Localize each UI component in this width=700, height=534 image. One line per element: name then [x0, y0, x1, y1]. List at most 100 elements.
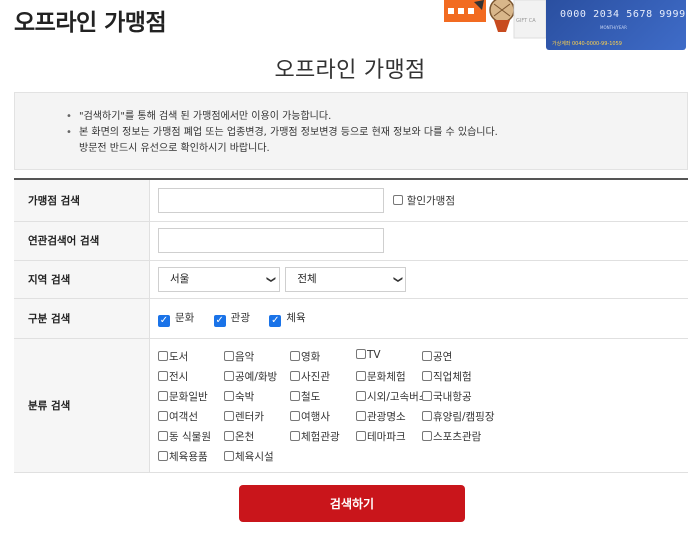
category-checkbox[interactable]: 사진관 — [290, 369, 356, 384]
region-district-value: 전체 — [297, 272, 317, 285]
checkbox-box[interactable] — [422, 370, 432, 381]
checkbox-box[interactable] — [356, 348, 366, 359]
category-checkbox[interactable]: 여행사 — [290, 409, 356, 424]
region-search-label: 지역 검색 — [14, 260, 150, 299]
category-checkbox[interactable]: 전시 — [158, 369, 224, 384]
checkbox-box[interactable] — [290, 370, 300, 381]
check-icon[interactable]: ✓ — [213, 314, 226, 327]
category-checkbox-label: 공예/화방 — [235, 370, 278, 383]
checkbox-box[interactable] — [422, 350, 432, 361]
checkbox-box[interactable] — [422, 410, 432, 421]
category-checkbox[interactable]: 철도 — [290, 389, 356, 404]
type-search-row: 구분 검색 ✓ 문화 ✓ 관광 ✓ 체육 — [14, 298, 688, 339]
notice-box: "검색하기"를 통해 검색 된 가맹점에서만 이용이 가능합니다. 본 화면의 … — [14, 92, 688, 170]
card-bottom-text: 가상계좌 0040-0000-99-1059 — [552, 41, 622, 47]
notice-item: 본 화면의 정보는 가맹점 폐업 또는 업종변경, 가맹점 정보변경 등으로 현… — [66, 125, 498, 141]
category-checkbox-label: 문화체험 — [367, 370, 406, 383]
checkbox-box[interactable] — [290, 430, 300, 441]
category-checkbox-label: 직업체험 — [433, 370, 472, 383]
category-checkbox-label: 체육시설 — [235, 450, 274, 463]
checkbox-box[interactable] — [224, 370, 234, 381]
discount-store-checkbox[interactable]: 할인가맹점 — [393, 194, 455, 207]
category-checkbox-label: 렌터카 — [235, 410, 264, 423]
category-checkbox[interactable]: 스포츠관람 — [422, 429, 488, 444]
category-checkbox[interactable]: 테마파크 — [356, 429, 422, 444]
checkbox-box[interactable] — [158, 370, 168, 381]
checkbox-box[interactable] — [224, 390, 234, 401]
category-checkbox-label: TV — [367, 348, 381, 361]
related-search-label: 연관검색어 검색 — [14, 221, 150, 261]
category-checkbox[interactable]: 숙박 — [224, 389, 290, 404]
checkbox-box[interactable] — [224, 430, 234, 441]
category-checkbox-label: 여행사 — [301, 410, 330, 423]
checkbox-box[interactable] — [290, 350, 300, 361]
category-checkbox-label: 철도 — [301, 390, 321, 403]
store-search-input[interactable] — [158, 187, 384, 213]
chevron-down-icon: ❯ — [392, 275, 403, 283]
checkbox-box[interactable] — [356, 430, 366, 441]
category-checkbox-label: 음악 — [235, 350, 255, 363]
checkbox-box[interactable] — [356, 370, 366, 381]
type-checkbox-tourism[interactable]: ✓ 관광 — [213, 310, 250, 327]
checkbox-box[interactable] — [356, 390, 366, 401]
category-checkbox[interactable]: 여객선 — [158, 409, 224, 424]
category-checkbox[interactable]: 체육시설 — [224, 449, 290, 464]
checkbox-box[interactable] — [158, 430, 168, 441]
category-checkbox-label: 테마파크 — [367, 430, 406, 443]
category-checkbox[interactable]: 문화일반 — [158, 389, 224, 404]
checkbox-box[interactable] — [158, 410, 168, 421]
category-checkbox-label: 여객선 — [169, 410, 198, 423]
page-title: 오프라인 가맹점 — [274, 58, 426, 83]
category-checkbox[interactable]: 온천 — [224, 429, 290, 444]
category-checkbox[interactable]: 국내항공 — [422, 389, 488, 404]
check-icon[interactable]: ✓ — [158, 314, 170, 327]
type-checkbox-culture[interactable]: ✓ 문화 — [158, 310, 194, 327]
type-checkbox-sports[interactable]: ✓ 체육 — [269, 310, 306, 327]
discount-checkbox-box[interactable] — [393, 194, 404, 205]
category-checkbox[interactable]: 영화 — [290, 349, 356, 364]
checkbox-box[interactable] — [422, 390, 432, 401]
notice-item: "검색하기"를 통해 검색 된 가맹점에서만 이용이 가능합니다. — [66, 109, 498, 125]
category-checkbox[interactable]: 렌터카 — [224, 409, 290, 424]
related-search-input[interactable] — [158, 228, 384, 253]
category-checkbox[interactable]: 휴양림/캠핑장 — [422, 409, 495, 424]
category-checkbox[interactable]: 관광명소 — [356, 409, 422, 424]
store-search-label: 가맹점 검색 — [14, 179, 150, 222]
category-checkbox[interactable]: 문화체험 — [356, 369, 422, 384]
checkbox-box[interactable] — [224, 350, 234, 361]
discount-checkbox-label: 할인가맹점 — [406, 194, 455, 207]
category-checkbox[interactable]: 동 식물원 — [158, 429, 224, 444]
chevron-down-icon: ❯ — [265, 275, 276, 283]
category-checkbox[interactable]: TV — [356, 348, 422, 364]
checkbox-box[interactable] — [356, 410, 366, 421]
category-checkbox[interactable]: 공예/화방 — [224, 369, 290, 384]
checkbox-box[interactable] — [158, 390, 168, 401]
category-checkbox-label: 영화 — [301, 350, 321, 363]
region-city-select[interactable]: 서울 ❯ — [158, 266, 280, 292]
checkbox-box[interactable] — [158, 450, 168, 461]
category-checkbox[interactable]: 도서 — [158, 349, 224, 364]
category-checkbox-label: 스포츠관람 — [433, 430, 482, 443]
category-checkbox[interactable]: 음악 — [224, 349, 290, 364]
category-checkbox[interactable]: 시외/고속버스 — [356, 389, 429, 404]
checkbox-box[interactable] — [290, 410, 300, 421]
region-district-select[interactable]: 전체 ❯ — [285, 266, 407, 292]
checkbox-box[interactable] — [158, 350, 168, 361]
type-checkbox-label: 문화 — [175, 311, 195, 324]
category-checkbox[interactable]: 공연 — [422, 349, 488, 364]
category-checkbox-label: 체험관광 — [301, 430, 340, 443]
checkbox-box[interactable] — [290, 390, 300, 401]
region-city-value: 서울 — [170, 272, 190, 285]
check-icon[interactable]: ✓ — [269, 314, 282, 327]
category-checkbox-label: 공연 — [433, 350, 453, 363]
checkbox-box[interactable] — [224, 450, 234, 461]
gift-card-text: GIFT CA — [516, 18, 536, 24]
checkbox-box[interactable] — [422, 430, 432, 441]
search-button[interactable]: 검색하기 — [239, 485, 465, 522]
checkbox-box[interactable] — [224, 410, 234, 421]
category-checkbox[interactable]: 체험관광 — [290, 429, 356, 444]
category-checkbox[interactable]: 직업체험 — [422, 369, 488, 384]
notice-item: 방문전 반드시 유선으로 확인하시기 바랍니다. — [79, 143, 270, 154]
category-checkbox[interactable]: 체육용품 — [158, 449, 224, 464]
page-header: 오프라인 가맹점 GIFT CA 0000 2034 5678 9999 MON… — [0, 0, 700, 50]
